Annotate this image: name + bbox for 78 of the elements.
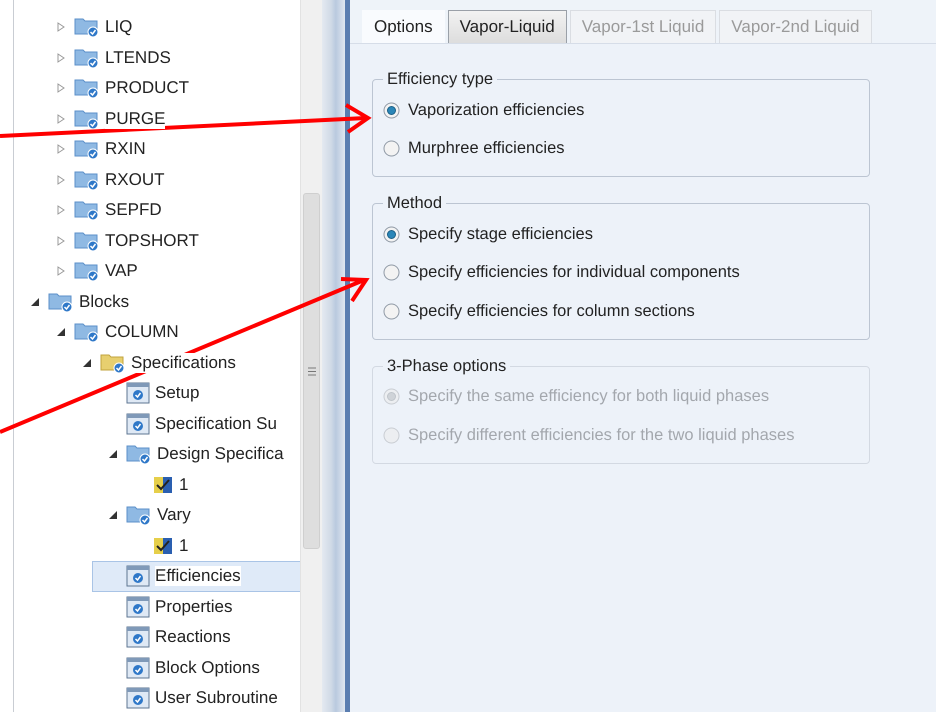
option-label[interactable]: Murphree efficiencies bbox=[408, 139, 565, 158]
option-label[interactable]: Specify efficiencies for individual components bbox=[408, 263, 740, 282]
collapse-icon[interactable] bbox=[30, 296, 40, 307]
scrollbar[interactable] bbox=[300, 0, 322, 712]
collapse-icon[interactable] bbox=[108, 449, 118, 460]
radio-button[interactable] bbox=[383, 226, 400, 243]
option-label[interactable]: Specify stage efficiencies bbox=[408, 224, 593, 244]
radio-button[interactable] bbox=[383, 102, 400, 119]
tree-item[interactable]: Design Specifica bbox=[92, 439, 300, 470]
tree-item[interactable]: Blocks bbox=[14, 286, 300, 317]
form-icon bbox=[126, 687, 150, 710]
folder-icon bbox=[74, 16, 100, 38]
folder-icon bbox=[74, 230, 100, 252]
tree-item[interactable]: Specification Su bbox=[92, 408, 300, 439]
tree-item[interactable]: LIQ bbox=[40, 12, 300, 42]
tree-item[interactable]: VAP bbox=[40, 256, 300, 286]
expand-icon[interactable] bbox=[56, 266, 66, 276]
expand-icon[interactable] bbox=[56, 205, 66, 216]
radio-button[interactable] bbox=[383, 264, 400, 282]
expand-icon[interactable] bbox=[56, 52, 66, 63]
folder-icon bbox=[126, 443, 152, 466]
group-title: Method bbox=[386, 194, 444, 213]
expand-icon[interactable] bbox=[56, 174, 66, 185]
form-icon bbox=[126, 412, 150, 435]
grip-icon bbox=[308, 366, 316, 376]
collapse-icon[interactable] bbox=[108, 510, 118, 520]
form-icon bbox=[126, 656, 150, 679]
folder-icon bbox=[74, 77, 100, 100]
tree-item[interactable]: Reactions bbox=[92, 622, 300, 652]
tree-item[interactable]: Vary bbox=[92, 500, 300, 530]
tree-item[interactable]: Block Options bbox=[92, 652, 300, 683]
group-title: 3-Phase options bbox=[386, 356, 508, 376]
check-icon bbox=[152, 474, 174, 495]
tree-item[interactable]: Efficiencies bbox=[92, 561, 300, 592]
collapse-icon[interactable] bbox=[82, 358, 92, 368]
folder-icon bbox=[74, 168, 100, 191]
folder-icon bbox=[74, 46, 100, 69]
tree-item[interactable]: Specifications bbox=[66, 348, 300, 378]
tree-item[interactable]: PRODUCT bbox=[40, 73, 300, 104]
folder-icon bbox=[74, 321, 100, 344]
group-title: Efficiency type bbox=[386, 70, 494, 89]
tree-item[interactable]: RXIN bbox=[40, 134, 300, 164]
tab[interactable]: Vapor-Liquid bbox=[448, 10, 567, 43]
tree-item[interactable]: PURGE bbox=[40, 104, 300, 134]
folder-icon bbox=[48, 290, 74, 313]
expand-icon[interactable] bbox=[56, 83, 66, 94]
tree-item[interactable]: User Subroutine bbox=[92, 683, 300, 712]
tree-item[interactable]: COLUMN bbox=[40, 317, 300, 348]
tree-item[interactable]: RXOUT bbox=[40, 164, 300, 195]
tab[interactable]: Options bbox=[362, 10, 445, 43]
tree-item[interactable]: TOPSHORT bbox=[40, 226, 300, 256]
form-icon bbox=[126, 382, 150, 404]
collapse-icon[interactable] bbox=[56, 327, 66, 338]
form-icon bbox=[126, 626, 150, 648]
tree-item[interactable]: LTENDS bbox=[40, 42, 300, 73]
option-label[interactable]: Vaporization efficiencies bbox=[408, 100, 584, 120]
form-icon bbox=[126, 596, 150, 618]
tree-item[interactable]: Setup bbox=[92, 378, 300, 408]
tree-item[interactable]: SEPFD bbox=[40, 195, 300, 226]
option-label[interactable]: Specify efficiencies for column sections bbox=[408, 302, 695, 321]
expand-icon[interactable] bbox=[56, 22, 66, 32]
folder-icon bbox=[74, 138, 100, 160]
radio-button[interactable] bbox=[383, 302, 400, 320]
folder-icon bbox=[126, 504, 152, 526]
tree-item[interactable]: 1 bbox=[118, 530, 300, 561]
scroll-thumb[interactable] bbox=[303, 193, 320, 549]
form-icon bbox=[126, 565, 150, 588]
radio-button[interactable] bbox=[383, 140, 400, 158]
tree-item[interactable]: Properties bbox=[92, 592, 300, 622]
expand-icon[interactable] bbox=[56, 236, 66, 246]
folder-icon bbox=[100, 352, 126, 374]
expand-icon[interactable] bbox=[56, 114, 66, 124]
folder-icon bbox=[74, 108, 100, 130]
expand-icon[interactable] bbox=[56, 144, 66, 154]
folder-icon bbox=[74, 260, 100, 282]
tree-item[interactable]: 1 bbox=[118, 470, 300, 500]
check-icon bbox=[152, 536, 174, 556]
folder-icon bbox=[74, 199, 100, 222]
